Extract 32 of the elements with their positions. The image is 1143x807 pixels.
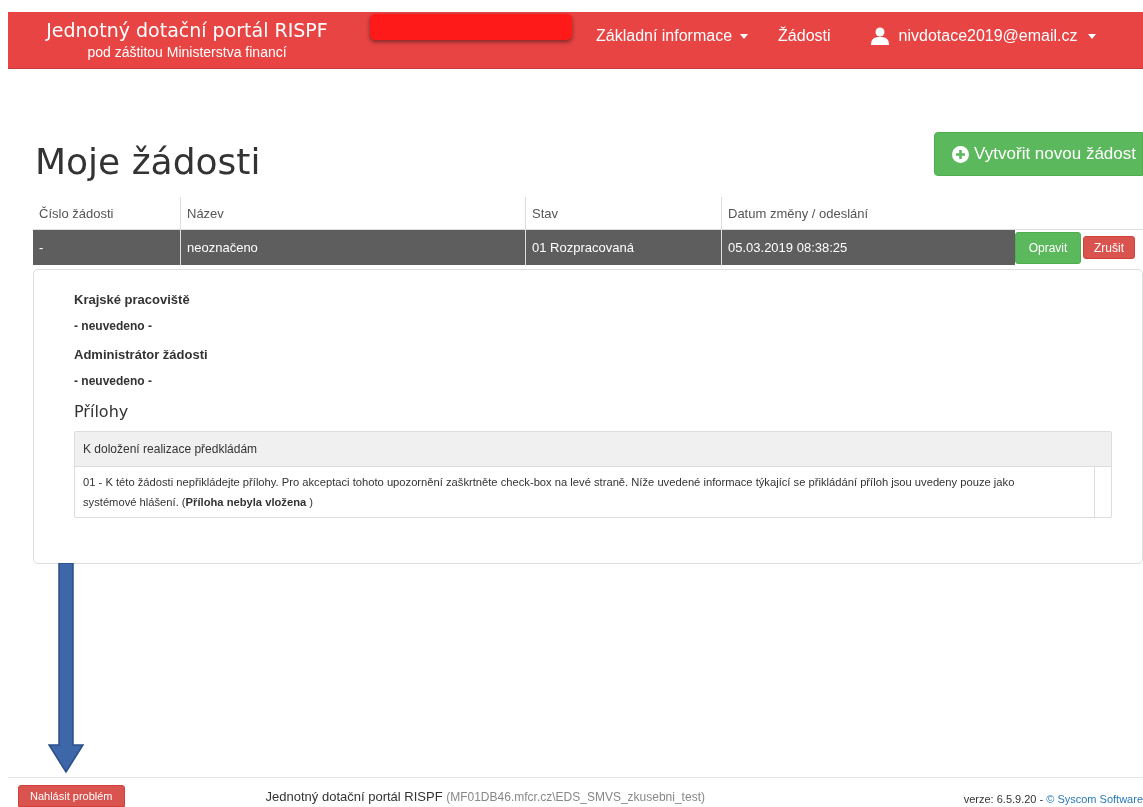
field-label: Administrátor žádosti (74, 347, 209, 362)
site-subtitle: pod záštitou Ministerstva financí (86, 43, 288, 62)
plus-icon (952, 145, 970, 163)
section-title: Přílohy (74, 402, 130, 421)
site-title[interactable]: Jednotný dotační portál RISPF (22, 18, 352, 42)
footer-text: Jednotný dotační portál RISPF (MF01DB46.mfcr.cz\EDS_SMVS_zkusebni_test) (265, 789, 705, 806)
field-value: - neuvedeno - (74, 374, 153, 388)
field-label: Krajské pracoviště (74, 292, 191, 307)
table-cell: neoznačeno (180, 230, 525, 265)
caret-icon (740, 33, 749, 39)
nav-link[interactable]: Základní informace (586, 27, 759, 45)
table-cell: 01 Rozpracovaná (525, 230, 721, 265)
edit-button[interactable]: Opravit (1015, 231, 1081, 264)
cancel-button[interactable]: Zrušit (1083, 236, 1135, 259)
column-header: Datum změny / odeslání (721, 197, 1015, 229)
nav-link[interactable]: Žádosti (768, 27, 841, 45)
user-icon (870, 27, 889, 45)
user-menu[interactable]: nivdotace2019@email.cz (860, 27, 1106, 45)
panel-heading: K doložení realizace předkládám (75, 432, 1111, 467)
column-header: Číslo žádosti (38, 205, 115, 223)
version-text: verze: 6.5.9.20 - (963, 793, 1045, 805)
field-value: - neuvedeno - (74, 319, 153, 333)
copyright-link[interactable]: © Syscom Software (1046, 793, 1143, 805)
column-header: Název (180, 197, 525, 229)
column-header: Stav (525, 197, 721, 229)
report-button[interactable]: Nahlásit problém (18, 785, 125, 807)
create-button[interactable]: Vytvořit novou žádost (934, 132, 1143, 176)
caret-icon (1087, 33, 1096, 39)
page-title: Moje žádosti (35, 140, 261, 182)
table-cell-text: - (38, 239, 45, 257)
attachment-text: 01 - K této žádosti nepřikládejte přílohy. Pro akceptaci tohoto upozornění zaškrtněte check-box na levé straně. Níže uvedené informace týkající se přikládání příloh jsou uvedeny pouze jako systémové hlášení. (Příloha nebyla vložena ) (82, 475, 1016, 510)
table-row[interactable]: - neoznačeno 01 Rozpracovaná 05.03.2019 08:38:25 Opravit Zrušit (33, 230, 1143, 265)
